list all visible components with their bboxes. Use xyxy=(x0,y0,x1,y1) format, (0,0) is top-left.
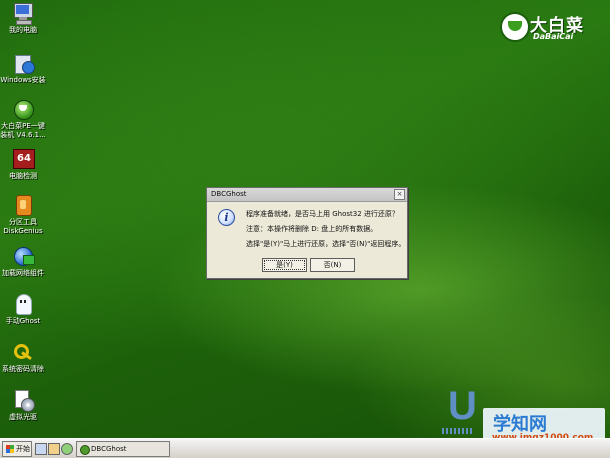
dialog-message-line2: 注意：本操作将删除 D: 盘上的所有数据。 xyxy=(246,225,378,233)
diskgenius-icon xyxy=(12,194,34,216)
desktop-icon-label: 虚拟光驱 xyxy=(9,413,37,421)
explorer-icon[interactable] xyxy=(48,443,60,455)
mascot-icon xyxy=(500,12,530,42)
my-computer-icon xyxy=(12,2,34,25)
windows-setup-icon xyxy=(12,52,35,74)
desktop-icon-network[interactable]: 加载网络组件 xyxy=(0,245,46,278)
desktop-icon-dabaicai-pe[interactable]: 大白菜PE一键 装机 V4.6.1... xyxy=(0,98,46,140)
info-icon: i xyxy=(218,209,235,226)
taskbar: 开始 DBCGhost xyxy=(0,438,610,458)
dialog-message-line3: 选择"是(Y)"马上进行还原，选择"否(N)"返回程序。 xyxy=(246,240,406,248)
dabaicai-pe-installer-icon xyxy=(12,98,34,120)
quicklaunch-icon[interactable] xyxy=(61,443,73,455)
desktop-icon-label: 手动Ghost xyxy=(5,317,41,325)
desktop-icon-label: 分区工具 xyxy=(9,218,37,226)
start-label: 开始 xyxy=(16,445,30,453)
desktop-icon-label: 系统密码清除 xyxy=(2,365,44,373)
desktop-icon-windows-setup[interactable]: Windows安装 xyxy=(0,52,46,85)
desktop-icon-my-computer[interactable]: 我的电脑 xyxy=(0,2,46,35)
dialog-message-line1: 程序准备就绪，是否马上用 Ghost32 进行还原？ xyxy=(246,210,399,218)
show-desktop-icon[interactable] xyxy=(35,443,47,455)
watermark-bars xyxy=(442,428,472,434)
virtual-cd-icon xyxy=(12,389,35,412)
network-component-icon xyxy=(12,245,35,267)
dialog-title: DBCGhost xyxy=(211,190,247,198)
desktop-icon-label: 电脑检测 xyxy=(9,172,37,180)
start-button[interactable]: 开始 xyxy=(2,441,32,457)
dialog-titlebar[interactable]: DBCGhost × xyxy=(207,188,407,202)
dbcghost-dialog: DBCGhost × i 程序准备就绪，是否马上用 Ghost32 进行还原？ … xyxy=(206,187,408,279)
ghost-icon xyxy=(12,293,34,315)
desktop-icon-label-2: DiskGenius xyxy=(3,227,43,235)
no-button[interactable]: 否(N) xyxy=(310,258,355,272)
key-icon xyxy=(12,341,34,363)
aida64-icon: 64 xyxy=(12,148,35,170)
desktop-icon-manual-ghost[interactable]: 手动Ghost xyxy=(0,293,46,326)
desktop-icon-label: 大白菜PE一键 xyxy=(1,122,45,130)
watermark-u-logo: U xyxy=(448,384,477,428)
taskbar-item-dbcghost[interactable]: DBCGhost xyxy=(76,441,170,457)
desktop-icon-pc-check[interactable]: 64 电脑检测 xyxy=(0,148,46,181)
dabaicai-logo: 大白菜 DaBaiCai xyxy=(500,10,600,46)
close-icon[interactable]: × xyxy=(394,189,405,200)
desktop-icon-label: Windows安装 xyxy=(0,76,46,84)
yes-button[interactable]: 是(Y) xyxy=(262,258,307,272)
desktop: 我的电脑 Windows安装 大白菜PE一键 装机 V4.6.1... 64 电… xyxy=(0,0,610,448)
desktop-icon-label: 我的电脑 xyxy=(9,26,37,34)
desktop-icon-password-clear[interactable]: 系统密码清除 xyxy=(0,341,46,374)
dbcghost-icon xyxy=(80,445,90,455)
desktop-icon-diskgenius[interactable]: 分区工具 DiskGenius xyxy=(0,194,46,236)
brand-sub: DaBaiCai xyxy=(533,32,574,41)
desktop-icon-virtual-cd[interactable]: 虚拟光驱 xyxy=(0,389,46,422)
desktop-icon-label: 加载网络组件 xyxy=(2,269,44,277)
desktop-icon-label-2: 装机 V4.6.1... xyxy=(0,131,46,139)
windows-flag-icon xyxy=(6,445,14,453)
taskbar-item-label: DBCGhost xyxy=(91,445,127,453)
